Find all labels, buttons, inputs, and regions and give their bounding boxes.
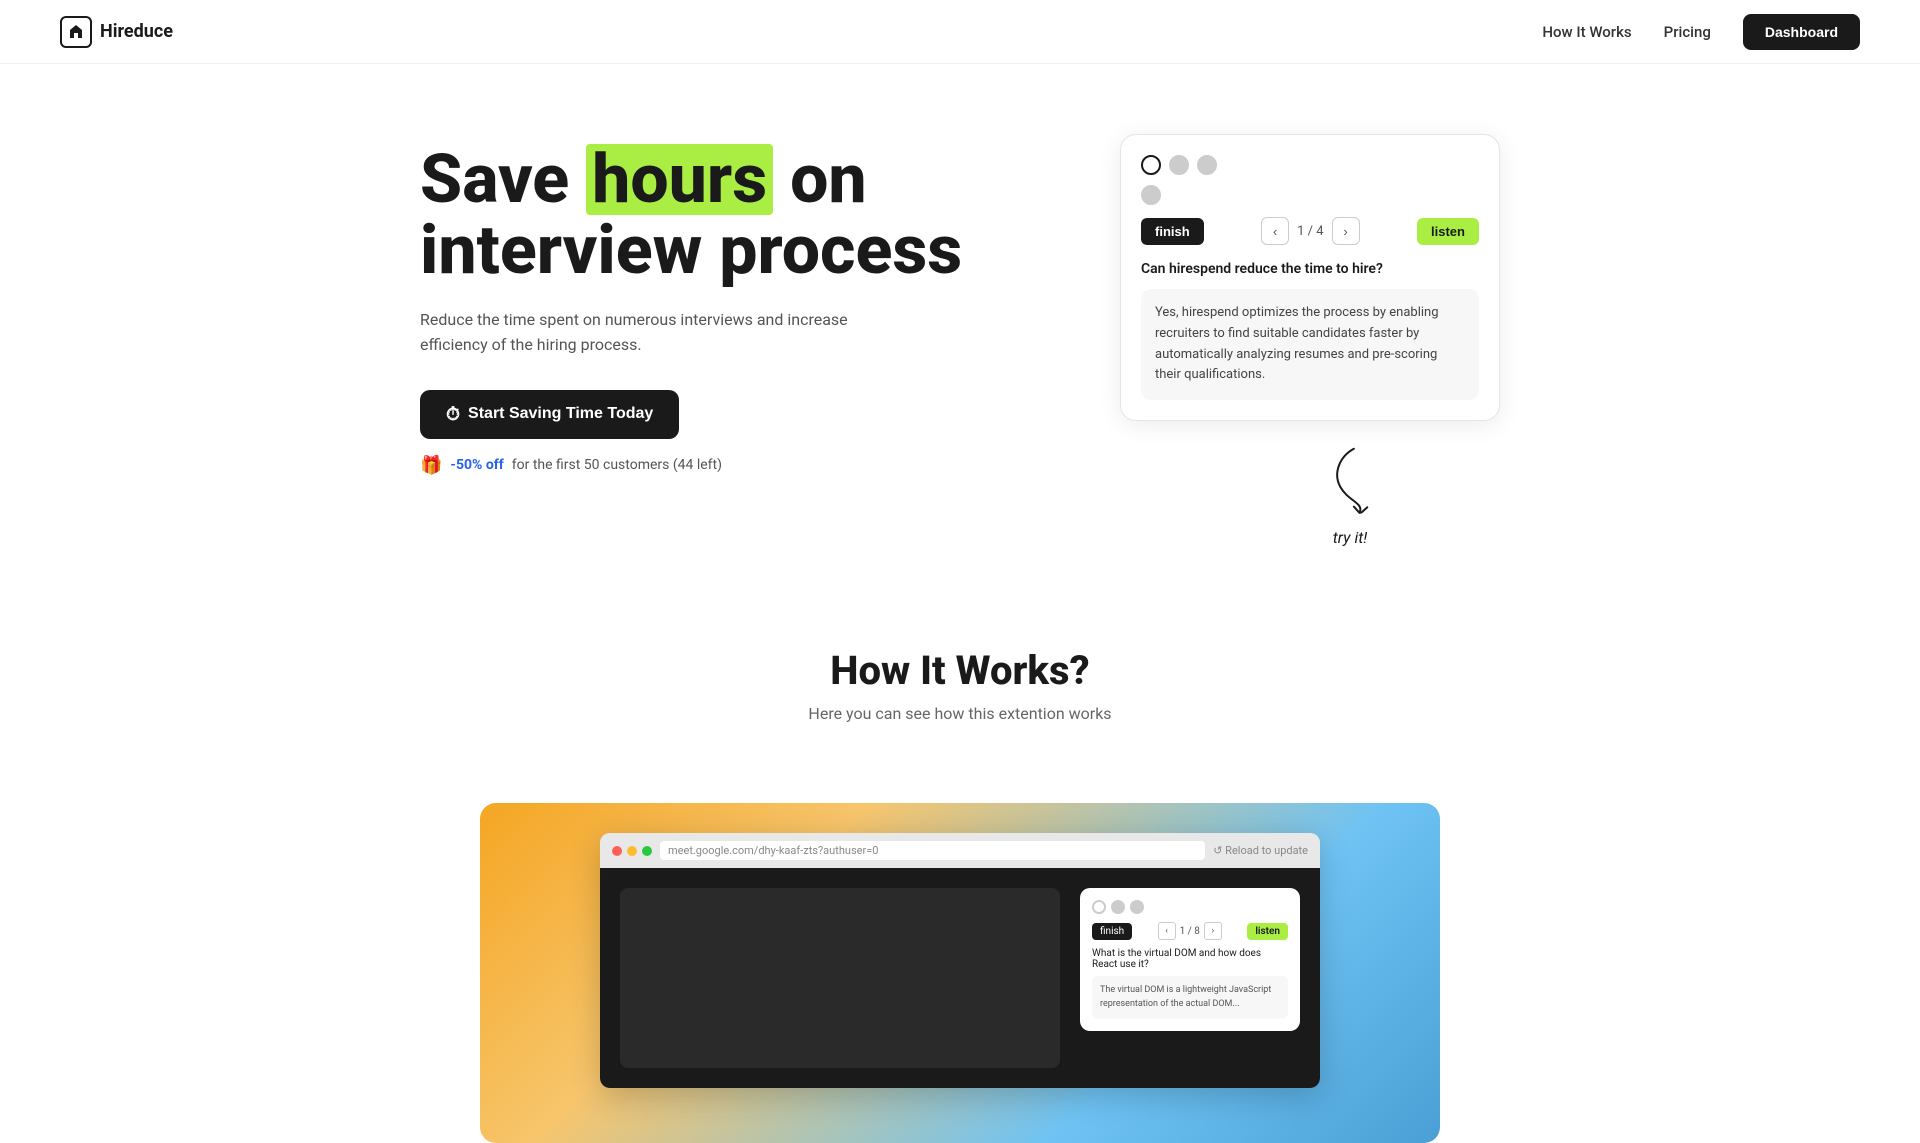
inner-question: What is the virtual DOM and how does Rea… (1092, 948, 1288, 970)
nav-counter: 1 / 4 (1297, 224, 1323, 239)
cta-button[interactable]: ⏱ Start Saving Time Today (420, 390, 679, 439)
section-subtitle: Here you can see how this extention work… (420, 704, 1500, 723)
dot-close (612, 846, 622, 856)
logo-icon (60, 16, 92, 48)
dot-minimize (627, 846, 637, 856)
widget-controls: finish ‹ 1 / 4 › listen (1141, 217, 1479, 245)
nav-how-it-works[interactable]: How It Works (1542, 23, 1631, 41)
browser-url: meet.google.com/dhy-kaaf-zts?authuser=0 (660, 841, 1205, 860)
dot-maximize (642, 846, 652, 856)
section-title: How It Works? (420, 647, 1500, 694)
browser-bar: meet.google.com/dhy-kaaf-zts?authuser=0 … (600, 833, 1320, 868)
promo-off: -50% off (450, 457, 503, 473)
video-feed (620, 888, 1060, 1068)
browser-content: finish ‹ 1 / 8 › listen What is the virt… (600, 868, 1320, 1088)
hero-content: Save hours on interview process Reduce t… (420, 124, 970, 476)
video-background: meet.google.com/dhy-kaaf-zts?authuser=0 … (480, 803, 1440, 1143)
inner-finish: finish (1092, 923, 1132, 940)
hero-widget-area: finish ‹ 1 / 4 › listen Can hirespend re… (1120, 124, 1500, 547)
heading-part1: Save (420, 139, 586, 219)
inner-listen: listen (1247, 923, 1288, 940)
demo-widget: finish ‹ 1 / 4 › listen Can hirespend re… (1120, 134, 1500, 421)
circle-2 (1169, 155, 1189, 175)
hero-section: Save hours on interview process Reduce t… (360, 64, 1560, 587)
logo[interactable]: Hireduce (60, 16, 173, 48)
video-area: meet.google.com/dhy-kaaf-zts?authuser=0 … (360, 723, 1560, 1143)
browser-mockup: meet.google.com/dhy-kaaf-zts?authuser=0 … (600, 833, 1320, 1088)
promo-rest: for the first 50 customers (44 left) (512, 457, 722, 473)
try-it-label: try it! (1333, 528, 1368, 547)
inner-prev: ‹ (1158, 922, 1176, 940)
logo-text: Hireduce (100, 21, 173, 42)
inner-counter: 1 / 8 (1180, 926, 1200, 937)
inner-answer: The virtual DOM is a lightweight JavaScr… (1092, 976, 1288, 1019)
video-container: meet.google.com/dhy-kaaf-zts?authuser=0 … (480, 803, 1440, 1143)
cta-label: Start Saving Time Today (468, 405, 653, 423)
inner-circle-2 (1111, 900, 1125, 914)
next-button[interactable]: › (1332, 217, 1360, 245)
reload-button[interactable]: ↺ Reload to update (1213, 844, 1308, 857)
finish-button[interactable]: finish (1141, 218, 1204, 245)
widget-circles (1141, 155, 1479, 175)
inner-circles (1092, 900, 1288, 914)
inner-nav: ‹ 1 / 8 › (1158, 922, 1222, 940)
circle-3 (1197, 155, 1217, 175)
widget-question: Can hirespend reduce the time to hire? (1141, 261, 1479, 277)
inner-controls: finish ‹ 1 / 8 › listen (1092, 922, 1288, 940)
heading-highlight: hours (586, 144, 773, 215)
browser-dots (612, 846, 652, 856)
widget-answer: Yes, hirespend optimizes the process by … (1141, 289, 1479, 400)
cta-icon: ⏱ (446, 404, 460, 425)
listen-button[interactable]: listen (1417, 218, 1479, 245)
hero-subtext: Reduce the time spent on numerous interv… (420, 307, 860, 358)
nav-links: How It Works Pricing Dashboard (1542, 14, 1860, 50)
inner-circle-1 (1092, 900, 1106, 914)
inner-circle-3 (1130, 900, 1144, 914)
hero-heading: Save hours on interview process (420, 144, 970, 287)
promo-icon: 🎁 (420, 455, 442, 476)
nav-pricing[interactable]: Pricing (1664, 23, 1711, 41)
prev-button[interactable]: ‹ (1261, 217, 1289, 245)
inner-widget: finish ‹ 1 / 8 › listen What is the virt… (1080, 888, 1300, 1031)
circle-4 (1141, 185, 1161, 205)
navbar: Hireduce How It Works Pricing Dashboard (0, 0, 1920, 64)
how-it-works-section: How It Works? Here you can see how this … (360, 587, 1560, 723)
nav-controls: ‹ 1 / 4 › (1261, 217, 1359, 245)
dashboard-button[interactable]: Dashboard (1743, 14, 1860, 50)
inner-next: › (1204, 922, 1222, 940)
promo-line: 🎁 -50% off for the first 50 customers (4… (420, 455, 970, 476)
arrow-icon (1319, 441, 1382, 527)
circle-1 (1141, 155, 1161, 175)
try-it-area: try it! (1160, 445, 1540, 547)
